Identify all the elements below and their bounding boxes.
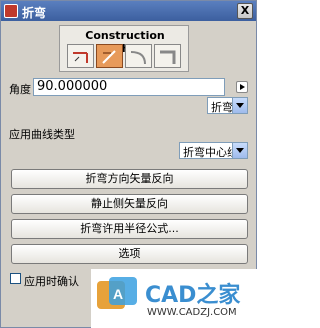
curve-type-value: 折弯中心线 <box>183 146 238 159</box>
apply-confirm-checkbox[interactable] <box>10 273 21 284</box>
svg-text:A: A <box>113 286 123 302</box>
reverse-direction-button[interactable]: 折弯方向矢量反向 <box>11 169 248 189</box>
title-bar[interactable]: 折弯 X <box>1 1 256 21</box>
window-title: 折弯 <box>22 6 47 20</box>
angle-input[interactable]: 90.000000 <box>33 78 225 96</box>
bend-dialog: 折弯 X Construction Methods 角度 90.000000 折… <box>0 0 258 328</box>
curve-type-label: 应用曲线类型 <box>9 128 75 141</box>
angle-menu-arrow-icon[interactable] <box>236 81 248 93</box>
bend-pipe-icon[interactable] <box>67 44 94 68</box>
cad-logo-icon: A <box>97 277 137 309</box>
watermark-url: WWW.CADZJ.COM <box>147 307 237 318</box>
bend-corner-icon[interactable] <box>154 44 181 68</box>
chevron-down-icon[interactable] <box>232 143 247 158</box>
angle-label: 角度 <box>9 83 31 96</box>
close-button[interactable]: X <box>237 3 253 19</box>
chevron-down-icon[interactable] <box>232 98 247 113</box>
apply-confirm-label: 应用时确认 <box>24 275 79 288</box>
angle-type-value: 折弯 <box>211 101 233 114</box>
angle-type-select[interactable]: 折弯 <box>207 97 248 114</box>
options-button[interactable]: 选项 <box>11 244 248 264</box>
radius-formula-button[interactable]: 折弯许用半径公式... <box>11 219 248 239</box>
watermark: A CAD之家 WWW.CADZJ.COM <box>91 269 258 328</box>
curve-type-select[interactable]: 折弯中心线 <box>179 142 248 159</box>
bend-angle-icon[interactable] <box>96 44 123 68</box>
watermark-brand: CAD之家 <box>145 283 241 308</box>
reverse-static-button[interactable]: 静止侧矢量反向 <box>11 194 248 214</box>
bend-curve-icon[interactable] <box>125 44 152 68</box>
app-icon <box>4 4 18 18</box>
construction-methods-panel: Construction Methods <box>59 25 189 72</box>
